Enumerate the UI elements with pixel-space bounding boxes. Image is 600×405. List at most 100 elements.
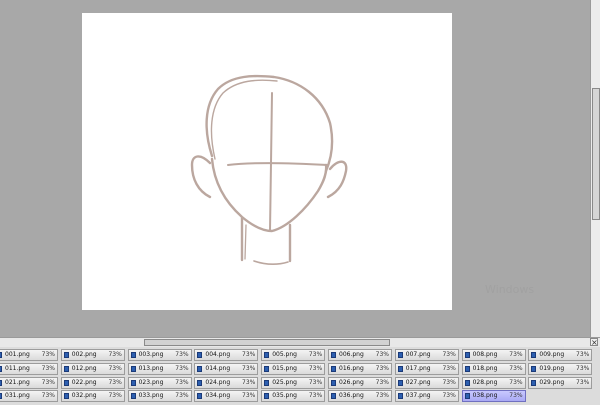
document-icon (0, 352, 2, 358)
file-tab[interactable]: 007.png 73% (394, 349, 459, 361)
document-icon (0, 393, 2, 399)
file-tab[interactable]: 026.png 73% (328, 377, 392, 389)
file-tab-zoom: 73% (242, 392, 256, 399)
document-icon (63, 366, 69, 372)
vertical-scrollbar[interactable] (590, 0, 600, 337)
file-tab-zoom: 73% (108, 365, 122, 372)
file-tab-zoom: 73% (509, 392, 523, 399)
file-tab-zoom: 73% (442, 379, 456, 386)
file-tab-zoom: 73% (375, 365, 389, 372)
canvas-workspace (0, 0, 590, 337)
document-icon (197, 380, 203, 386)
file-tab-zoom: 73% (108, 392, 122, 399)
file-tab-zoom: 73% (108, 351, 122, 358)
file-tab-zoom: 73% (308, 365, 323, 372)
document-icon (0, 380, 2, 386)
file-tab[interactable]: 009.png 73% (528, 349, 593, 361)
document-icon (464, 366, 470, 372)
file-tab-name: 017.png (405, 365, 431, 372)
file-tab-strip: 001.png 73% 002.png 73% 003.png 73% 004.png 73%… (0, 347, 600, 405)
document-icon (531, 380, 537, 386)
document-icon (63, 380, 69, 386)
document-icon (63, 393, 69, 399)
file-tab[interactable]: 028.png 73% (461, 377, 526, 389)
file-tab[interactable]: 015.png 73% (261, 363, 326, 375)
file-tab[interactable]: 012.png 73% (60, 363, 125, 375)
file-tab[interactable]: 024.png 73% (194, 377, 259, 389)
paint-app-window: × 001.png 73% 002.png 73% 003.png 73% 004.png 7… (0, 0, 600, 405)
file-tab[interactable]: 018.png 73% (461, 363, 526, 375)
file-tab[interactable]: 011.png 73% (0, 363, 58, 375)
file-tab-name: 022.png (71, 379, 97, 386)
file-tab[interactable]: 038.png 73% (461, 390, 526, 402)
file-tab-name: 004.png (205, 351, 231, 358)
horizontal-scrollbar-thumb[interactable] (144, 339, 390, 346)
file-tab-name: 012.png (71, 365, 97, 372)
document-icon (197, 352, 203, 358)
file-tab[interactable]: 017.png 73% (394, 363, 459, 375)
file-tab[interactable]: 008.png 73% (461, 349, 526, 361)
file-tab[interactable]: 003.png 73% (127, 349, 192, 361)
file-tab-zoom: 73% (41, 379, 55, 386)
file-tab[interactable]: 014.png 73% (194, 363, 259, 375)
vertical-scrollbar-thumb[interactable] (592, 88, 600, 220)
document-icon (464, 352, 470, 358)
document-icon (130, 393, 136, 399)
file-tab-zoom: 73% (41, 365, 55, 372)
drawing-canvas[interactable] (82, 13, 452, 310)
file-tab[interactable]: 001.png 73% (0, 349, 58, 361)
file-tab-zoom: 73% (175, 365, 189, 372)
document-icon (464, 380, 470, 386)
file-tab-zoom: 73% (509, 365, 523, 372)
file-tab[interactable]: 023.png 73% (127, 377, 192, 389)
file-tab[interactable]: 035.png 73% (261, 390, 326, 402)
file-tab-name: 024.png (205, 379, 231, 386)
file-tab[interactable]: 031.png 73% (0, 390, 58, 402)
file-tab[interactable]: 037.png 73% (394, 390, 459, 402)
file-tab-zoom: 73% (41, 392, 55, 399)
file-tab-name: 025.png (272, 379, 297, 386)
document-icon (331, 393, 336, 399)
file-tab-name: 028.png (472, 379, 498, 386)
document-icon (397, 393, 403, 399)
document-icon (264, 380, 270, 386)
file-tab-zoom: 73% (108, 379, 122, 386)
file-tab[interactable]: 022.png 73% (60, 377, 125, 389)
file-tab-name: 006.png (339, 351, 364, 358)
sketch-jaw-stroke (210, 157, 328, 233)
file-tab-name: 034.png (205, 392, 231, 399)
file-tab[interactable]: 005.png 73% (261, 349, 326, 361)
file-tab[interactable]: 013.png 73% (127, 363, 192, 375)
file-tab[interactable]: 033.png 73% (127, 390, 192, 402)
horizontal-scrollbar[interactable]: × (0, 337, 600, 347)
file-tab-zoom: 73% (175, 392, 189, 399)
file-tab[interactable]: 016.png 73% (328, 363, 392, 375)
file-tab[interactable]: 002.png 73% (60, 349, 125, 361)
file-tab[interactable]: 032.png 73% (60, 390, 125, 402)
document-icon (464, 393, 470, 399)
file-tab[interactable]: 027.png 73% (394, 377, 459, 389)
file-tab[interactable]: 029.png 73% (528, 377, 593, 389)
document-icon (264, 366, 270, 372)
file-tab[interactable]: 036.png 73% (328, 390, 392, 402)
document-icon (197, 366, 203, 372)
file-tab-zoom: 73% (576, 365, 590, 372)
file-tab[interactable]: 004.png 73% (194, 349, 259, 361)
file-tab[interactable]: 025.png 73% (261, 377, 326, 389)
file-tab-name: 016.png (339, 365, 364, 372)
file-tab-zoom: 73% (375, 379, 389, 386)
document-icon (197, 393, 203, 399)
file-tab-name: 014.png (205, 365, 231, 372)
file-tab[interactable]: 034.png 73% (194, 390, 259, 402)
file-tab-name: 023.png (138, 379, 164, 386)
document-icon (531, 352, 537, 358)
document-icon (397, 366, 403, 372)
close-icon[interactable]: × (590, 338, 598, 347)
document-icon (531, 366, 537, 372)
file-tab-name: 035.png (272, 392, 297, 399)
file-tab[interactable]: 021.png 73% (0, 377, 58, 389)
file-tab[interactable]: 006.png 73% (328, 349, 392, 361)
file-tab-zoom: 73% (242, 351, 256, 358)
sketch-neck-left-2 (244, 224, 247, 260)
file-tab[interactable]: 019.png 73% (528, 363, 593, 375)
